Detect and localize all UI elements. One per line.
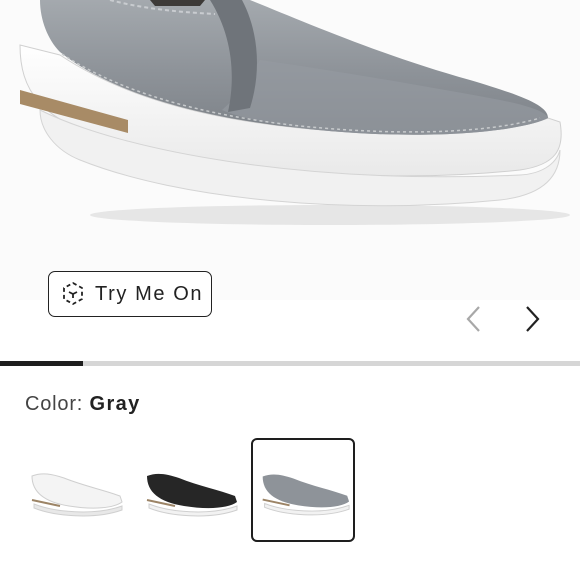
chevron-left-icon (466, 306, 480, 332)
try-me-on-button[interactable]: Try Me On (48, 271, 212, 317)
color-swatch-white[interactable] (22, 438, 126, 542)
color-swatch-gray[interactable] (251, 438, 355, 542)
selected-color-value: Gray (89, 393, 141, 415)
next-image-button[interactable] (517, 304, 547, 334)
chevron-right-icon (526, 306, 540, 332)
color-label-row: Color: Gray (25, 393, 141, 416)
color-label: Color: (25, 393, 84, 415)
black-sneaker-thumbnail (146, 473, 238, 517)
gray-sneaker-thumbnail (262, 474, 350, 516)
ar-cube-icon (58, 279, 88, 309)
previous-image-button[interactable] (459, 304, 489, 334)
white-sneaker-thumbnail (31, 473, 123, 517)
gray-slip-on-sneaker-image (19, 0, 570, 225)
gallery-progress-fill (0, 361, 83, 366)
try-me-on-label: Try Me On (95, 282, 204, 305)
product-image[interactable] (0, 0, 580, 300)
color-swatch-black[interactable] (137, 438, 241, 542)
gallery-progress-bar (0, 361, 580, 366)
